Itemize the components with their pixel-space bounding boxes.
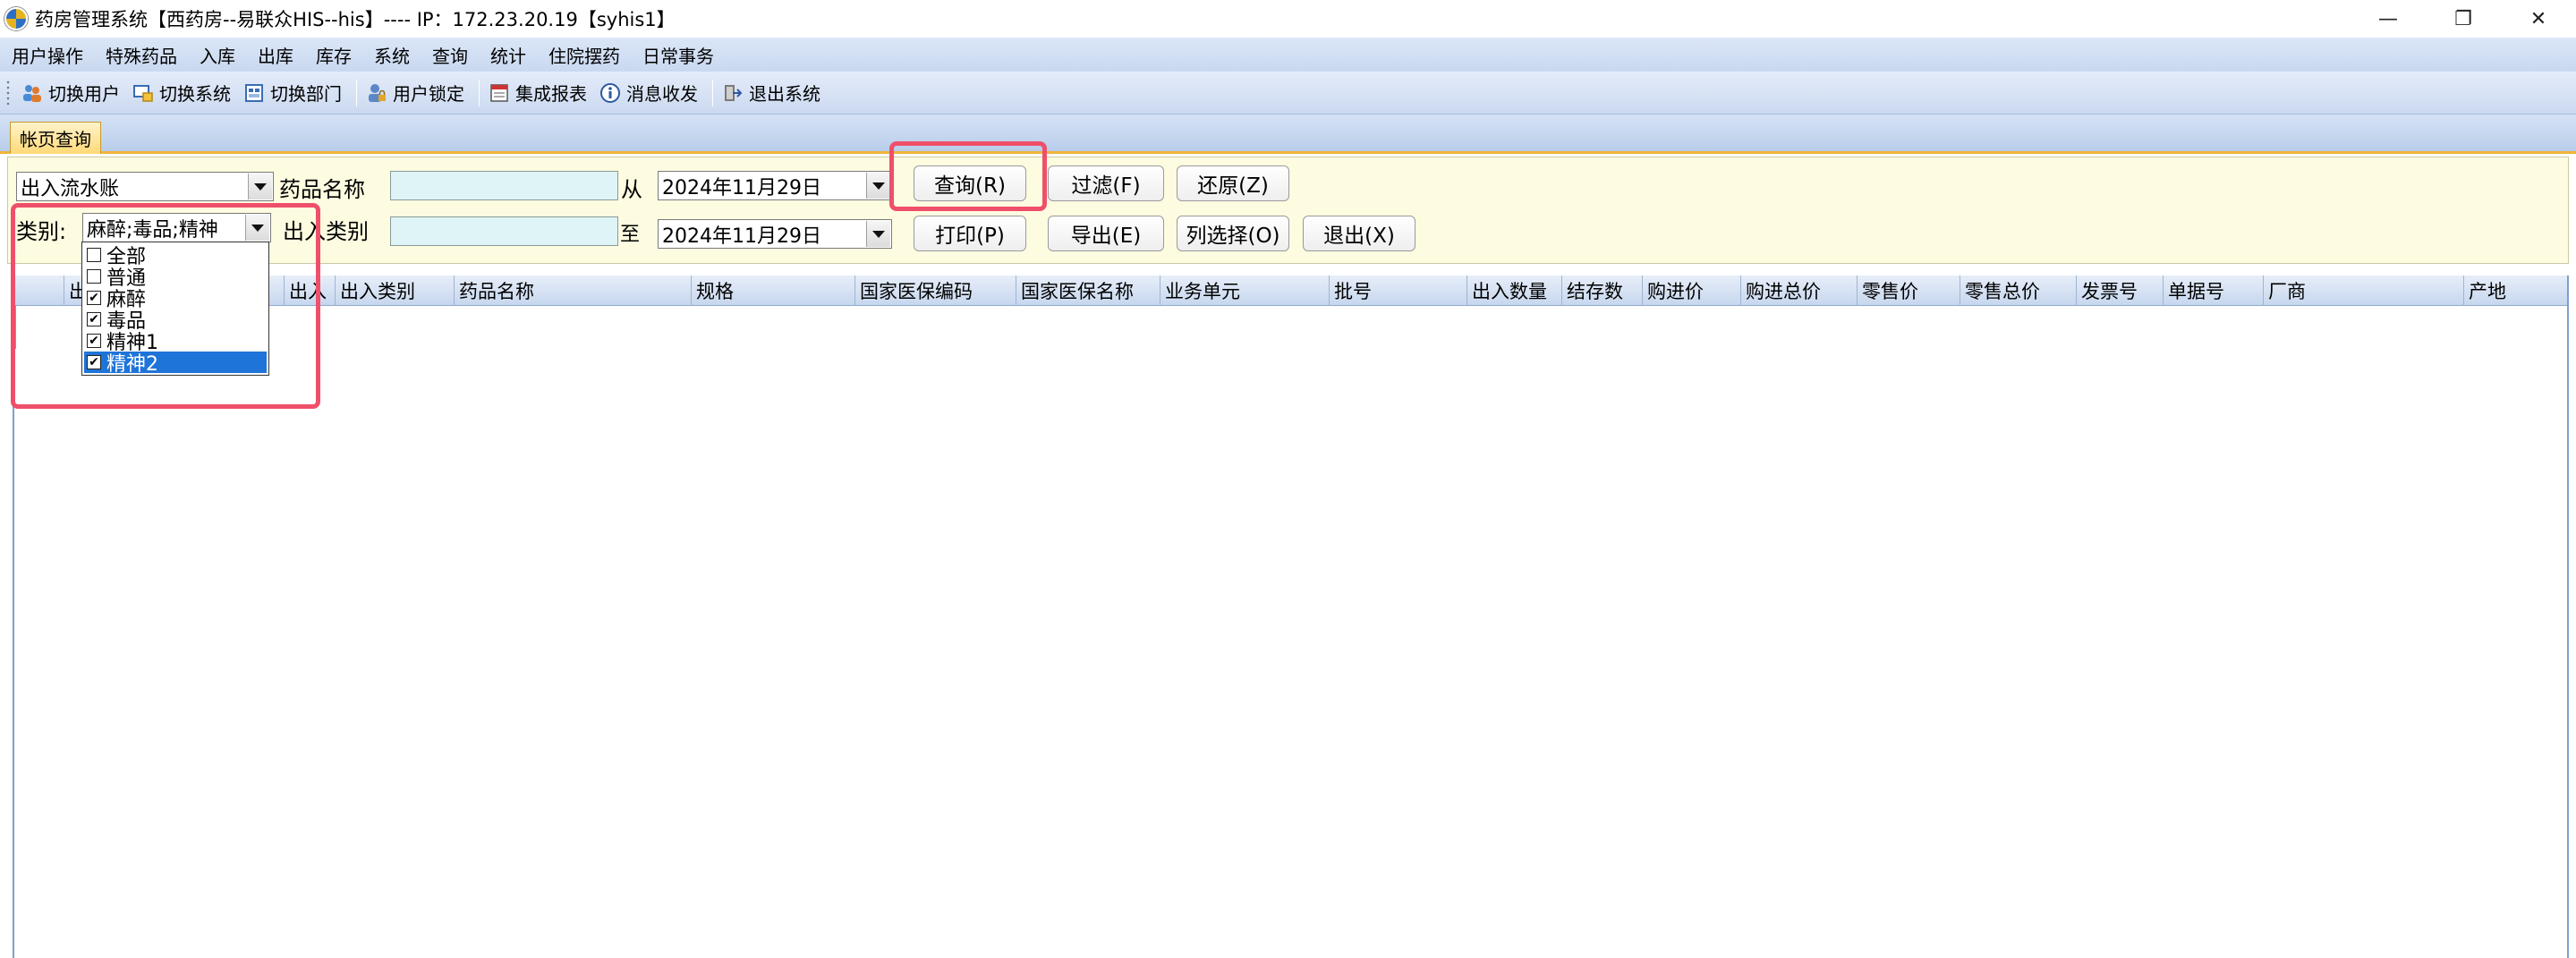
close-button[interactable]: ✕: [2501, 0, 2576, 38]
column-header[interactable]: 单据号: [2164, 276, 2264, 306]
messages-button[interactable]: 消息收发: [596, 80, 707, 106]
column-header[interactable]: 业务单元: [1160, 276, 1330, 306]
highlight-query-button: [889, 141, 1047, 211]
filter-panel: 出入流水账 药品名称 从 2024年11月29日 查询(R) 过滤(F) 还原(…: [7, 157, 2569, 264]
messages-label: 消息收发: [626, 83, 698, 105]
to-date-value: 2024年11月29日: [662, 225, 821, 248]
menu-outbound[interactable]: 出库: [246, 42, 304, 68]
column-header[interactable]: 产地: [2464, 276, 2567, 306]
toolbar-separator: [479, 79, 480, 106]
column-select-button[interactable]: 列选择(O): [1177, 216, 1289, 251]
menu-inpatient-dispense[interactable]: 住院摆药: [537, 42, 631, 68]
department-icon: [243, 82, 265, 104]
user-lock-icon: [366, 82, 387, 104]
column-header[interactable]: 零售价: [1858, 276, 1960, 306]
menu-user-ops[interactable]: 用户操作: [0, 42, 94, 68]
menu-system[interactable]: 系统: [362, 42, 421, 68]
toolbar: 切换用户 切换系统 切换部门 用户锁定 集成报表 消息收发 退出系统: [0, 72, 2576, 114]
export-button[interactable]: 导出(E): [1048, 216, 1164, 251]
exit-button[interactable]: 退出(X): [1303, 216, 1416, 251]
user-lock-label: 用户锁定: [393, 83, 464, 105]
menu-statistics[interactable]: 统计: [479, 42, 537, 68]
menu-query[interactable]: 查询: [421, 42, 479, 68]
column-header[interactable]: 厂商: [2264, 276, 2464, 306]
window-controls: — ❐ ✕: [2351, 0, 2576, 38]
report-type-value: 出入流水账: [21, 177, 120, 200]
switch-system-icon: [132, 82, 154, 104]
menu-bar: 用户操作 特殊药品 入库 出库 库存 系统 查询 统计 住院摆药 日常事务: [0, 38, 2576, 72]
exit-system-label: 退出系统: [749, 83, 820, 105]
users-icon: [21, 82, 43, 104]
switch-dept-button[interactable]: 切换部门: [240, 80, 351, 106]
info-icon: [599, 82, 621, 104]
report-type-select[interactable]: 出入流水账: [16, 172, 274, 201]
menu-inbound[interactable]: 入库: [188, 42, 246, 68]
highlight-category-filter: [11, 203, 320, 409]
column-header[interactable]: 结存数: [1562, 276, 1643, 306]
filter-button[interactable]: 过滤(F): [1048, 165, 1164, 201]
toolbar-separator: [356, 79, 357, 106]
column-header[interactable]: 发票号: [2077, 276, 2164, 306]
user-lock-button[interactable]: 用户锁定: [362, 80, 473, 106]
menu-inventory[interactable]: 库存: [304, 42, 362, 68]
chevron-down-icon[interactable]: [866, 221, 890, 247]
toolbar-grip[interactable]: [5, 79, 11, 106]
app-icon: [4, 7, 28, 30]
report-icon: [489, 82, 510, 104]
column-header[interactable]: 购进总价: [1741, 276, 1858, 306]
switch-system-label: 切换系统: [159, 83, 231, 105]
restore-button[interactable]: ❐: [2426, 0, 2501, 38]
tab-strip: 帐页查询: [0, 114, 2576, 154]
from-date-picker[interactable]: 2024年11月29日: [658, 171, 892, 200]
switch-dept-label: 切换部门: [270, 83, 342, 105]
title-bar: 药房管理系统【西药房--易联众HIS--his】---- IP：172.23.2…: [0, 0, 2576, 38]
exit-icon: [722, 82, 744, 104]
toolbar-separator: [712, 79, 713, 106]
drug-name-input[interactable]: [390, 171, 618, 200]
print-button[interactable]: 打印(P): [914, 216, 1026, 251]
column-header[interactable]: 出入类别: [336, 276, 455, 306]
switch-system-button[interactable]: 切换系统: [129, 80, 240, 106]
column-header[interactable]: 出入数量: [1467, 276, 1562, 306]
minimize-button[interactable]: —: [2351, 0, 2426, 38]
switch-user-button[interactable]: 切换用户: [18, 80, 129, 106]
chevron-down-icon[interactable]: [248, 174, 272, 199]
ledger-table: 出 出入 出入类别 药品名称 规格 国家医保编码 国家医保名称 业务单元 批号 …: [13, 276, 2569, 958]
window-title: 药房管理系统【西药房--易联众HIS--his】---- IP：172.23.2…: [35, 9, 676, 30]
column-header[interactable]: 国家医保名称: [1016, 276, 1160, 306]
from-date-value: 2024年11月29日: [662, 176, 821, 199]
integrated-report-label: 集成报表: [515, 83, 587, 105]
switch-user-label: 切换用户: [48, 83, 120, 105]
restore-filter-button[interactable]: 还原(Z): [1177, 165, 1289, 201]
column-header[interactable]: 国家医保编码: [855, 276, 1016, 306]
table-header: 出 出入 出入类别 药品名称 规格 国家医保编码 国家医保名称 业务单元 批号 …: [14, 276, 2567, 306]
to-label: 至: [620, 224, 641, 246]
inout-type-input[interactable]: [390, 216, 618, 246]
column-header[interactable]: 购进价: [1643, 276, 1741, 306]
chevron-down-icon[interactable]: [866, 173, 890, 199]
exit-system-button[interactable]: 退出系统: [718, 80, 829, 106]
column-header[interactable]: 零售总价: [1960, 276, 2077, 306]
column-header[interactable]: 药品名称: [455, 276, 692, 306]
drug-name-label: 药品名称: [279, 177, 365, 202]
menu-special-drugs[interactable]: 特殊药品: [94, 42, 188, 68]
integrated-report-button[interactable]: 集成报表: [485, 80, 596, 106]
menu-daily-affairs[interactable]: 日常事务: [631, 42, 725, 68]
column-header[interactable]: 规格: [692, 276, 855, 306]
column-header[interactable]: 批号: [1330, 276, 1467, 306]
from-label: 从: [621, 177, 642, 202]
to-date-picker[interactable]: 2024年11月29日: [658, 219, 892, 249]
tab-ledger-query[interactable]: 帐页查询: [10, 122, 101, 154]
